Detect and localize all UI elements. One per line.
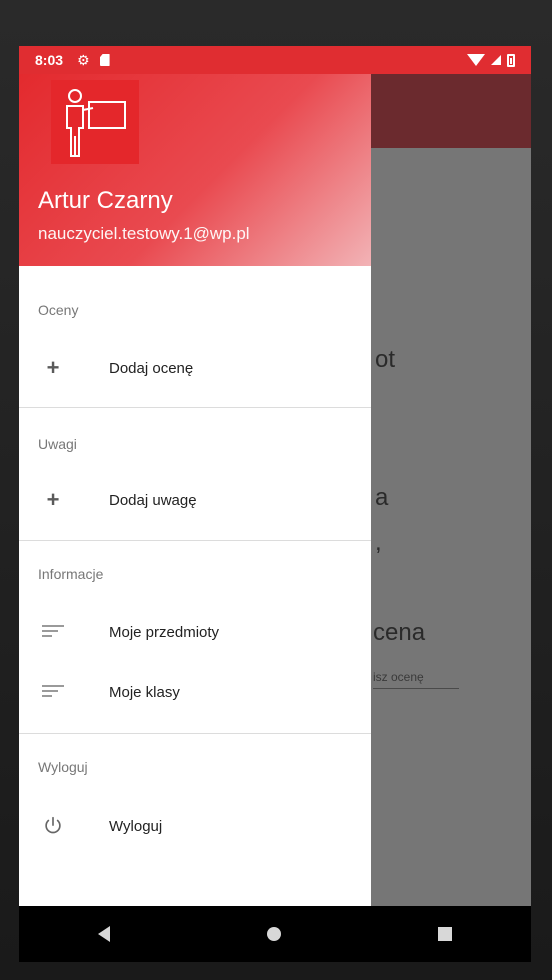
phone-frame: 8:03 ⚙ ot a , cena isz ocenę Artur Czarn… (0, 0, 552, 980)
navigation-drawer: Artur Czarny nauczyciel.testowy.1@wp.pl … (19, 74, 371, 906)
status-right (467, 53, 515, 67)
background-field-underline (373, 688, 459, 689)
background-text: , (375, 529, 382, 556)
wifi-icon (467, 54, 485, 66)
section-label-informacje: Informacje (38, 566, 104, 582)
plus-icon: + (46, 355, 60, 380)
recent-apps-icon[interactable] (438, 927, 453, 941)
user-email: nauczyciel.testowy.1@wp.pl (38, 224, 250, 243)
section-label-uwagi: Uwagi (38, 436, 77, 452)
status-bar: 8:03 ⚙ (19, 46, 531, 74)
background-text: ot (375, 346, 396, 373)
settings-icon: ⚙ (77, 51, 90, 68)
status-time: 8:03 (35, 52, 64, 68)
navigation-bar (19, 906, 531, 962)
menu-item-moje-klasy[interactable]: Moje klasy (19, 666, 371, 718)
menu-item-dodaj-uwage[interactable]: + Dodaj uwagę (19, 474, 371, 526)
divider (19, 540, 371, 541)
lines-icon (41, 620, 65, 644)
sd-card-icon (99, 54, 110, 66)
plus-icon: + (46, 487, 60, 512)
menu-item-wyloguj[interactable]: Wyloguj (19, 800, 371, 852)
screen: 8:03 ⚙ ot a , cena isz ocenę Artur Czarn… (19, 46, 531, 962)
section-label-wyloguj: Wyloguj (38, 759, 88, 775)
menu-item-label: Moje przedmioty (109, 623, 220, 641)
background-text: a (375, 484, 389, 511)
menu-item-label: Wyloguj (109, 817, 163, 835)
background-field-hint: isz ocenę (373, 670, 424, 684)
menu-item-moje-przedmioty[interactable]: Moje przedmioty (19, 606, 371, 658)
back-icon[interactable] (97, 926, 110, 942)
section-label-oceny: Oceny (38, 302, 79, 318)
background-text: cena (373, 619, 426, 646)
lines-icon (41, 680, 65, 704)
divider (19, 733, 371, 734)
menu-item-label: Dodaj ocenę (109, 359, 194, 377)
menu-item-dodaj-ocene[interactable]: + Dodaj ocenę (19, 342, 371, 394)
user-name: Artur Czarny (38, 187, 173, 214)
battery-icon (507, 53, 515, 67)
drawer-header: Artur Czarny nauczyciel.testowy.1@wp.pl (19, 74, 371, 266)
menu-item-label: Moje klasy (109, 683, 180, 701)
power-icon (41, 814, 65, 838)
menu-item-label: Dodaj uwagę (109, 491, 197, 509)
divider (19, 407, 371, 408)
signal-icon (491, 55, 501, 65)
home-icon[interactable] (266, 927, 281, 941)
teacher-icon (66, 89, 126, 157)
avatar (51, 80, 139, 164)
